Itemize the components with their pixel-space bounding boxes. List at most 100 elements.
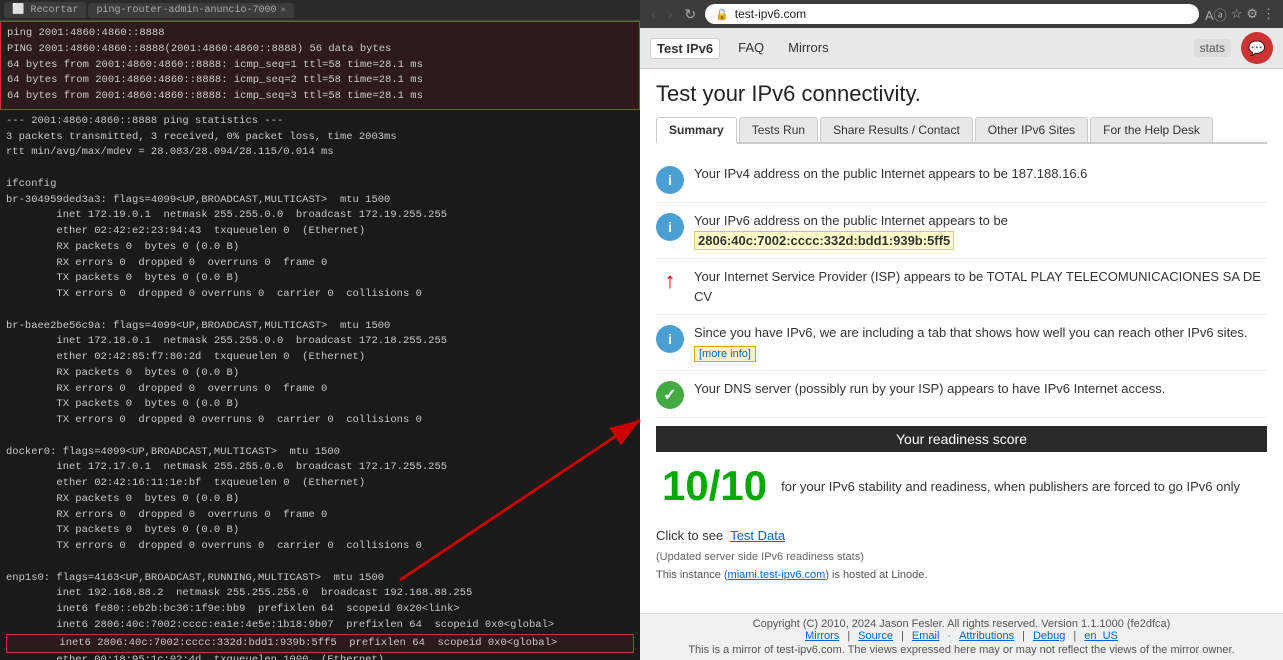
footer-link-mirrors[interactable]: Mirrors bbox=[805, 630, 839, 642]
close-icon[interactable]: ✕ bbox=[281, 5, 286, 15]
terminal-line: ether 00:18:95:1c:02:4d txqueuelen 1000 … bbox=[6, 653, 634, 660]
tab-tests-run[interactable]: Tests Run bbox=[739, 117, 818, 142]
terminal-line: RX packets 0 bytes 0 (0.0 B) bbox=[6, 492, 634, 508]
readiness-body: 10/10 for your IPv6 stability and readin… bbox=[656, 452, 1267, 520]
footer-link-email[interactable]: Email bbox=[912, 630, 940, 642]
ipv4-info-text: Your IPv4 address on the public Internet… bbox=[694, 164, 1267, 184]
dns-info-row: ✓ Your DNS server (possibly run by your … bbox=[656, 371, 1267, 418]
footer-copyright: Copyright (C) 2010, 2024 Jason Fesler. A… bbox=[650, 618, 1273, 630]
terminal-line: TX packets 0 bytes 0 (0.0 B) bbox=[6, 523, 634, 539]
footer-links: Mirrors | Source | Email · Attributions … bbox=[650, 630, 1273, 642]
terminal-tab-recortar[interactable]: ⬜ Recortar bbox=[4, 2, 86, 18]
terminal-line: inet6 2806:40c:7002:cccc:332d:bdd1:939b:… bbox=[6, 634, 634, 654]
info-icon-ipv6: i bbox=[656, 213, 684, 241]
lock-icon: 🔒 bbox=[715, 8, 729, 21]
terminal-line: ifconfig bbox=[6, 177, 634, 193]
updated-text: (Updated server side IPv6 readiness stat… bbox=[656, 547, 1267, 567]
terminal-line: 3 packets transmitted, 3 received, 0% pa… bbox=[6, 130, 634, 146]
terminal-line bbox=[6, 303, 634, 319]
footer-sep: | bbox=[901, 630, 904, 642]
tab-summary[interactable]: Summary bbox=[656, 117, 737, 144]
green-check-icon: ✓ bbox=[656, 381, 684, 409]
info-icon-tab: i bbox=[656, 325, 684, 353]
terminal-line: --- 2001:4860:4860::8888 ping statistics… bbox=[6, 114, 634, 130]
terminal-line: ether 02:42:16:11:1e:bf txqueuelen 0 (Et… bbox=[6, 476, 634, 492]
footer-link-source[interactable]: Source bbox=[858, 630, 893, 642]
terminal-content: --- 2001:4860:4860::8888 ping statistics… bbox=[0, 110, 640, 660]
terminal-line: TX errors 0 dropped 0 overruns 0 carrier… bbox=[6, 413, 634, 429]
site-nav: Test IPv6 FAQ Mirrors stats 💬 bbox=[640, 28, 1283, 69]
extensions-icon[interactable]: ⚙ bbox=[1246, 6, 1258, 22]
stats-button[interactable]: stats bbox=[1194, 39, 1231, 57]
terminal-line: PING 2001:4860:4860::8888(2001:4860:4860… bbox=[7, 42, 633, 58]
back-button[interactable]: ‹ bbox=[648, 6, 659, 22]
terminal-line: 64 bytes from 2001:4860:4860::8888: icmp… bbox=[7, 89, 633, 105]
red-arrow-icon: ↑ bbox=[656, 267, 684, 295]
content-tabs: Summary Tests Run Share Results / Contac… bbox=[656, 117, 1267, 144]
terminal-line: RX errors 0 dropped 0 overruns 0 frame 0 bbox=[6, 256, 634, 272]
footer-sep: · bbox=[947, 630, 951, 642]
terminal-line bbox=[6, 429, 634, 445]
terminal-tab-label-ping: ping-router-admin-anuncio-7000 bbox=[96, 5, 276, 16]
more-info-link[interactable]: [more info] bbox=[694, 346, 756, 362]
tab-info-row: i Since you have IPv6, we are including … bbox=[656, 315, 1267, 371]
ipv6-info-row: i Your IPv6 address on the public Intern… bbox=[656, 203, 1267, 259]
more-icon[interactable]: ⋮ bbox=[1262, 6, 1275, 22]
tab-other-ipv6-sites[interactable]: Other IPv6 Sites bbox=[975, 117, 1088, 142]
info-icon-ipv4: i bbox=[656, 166, 684, 194]
footer-link-attributions[interactable]: Attributions bbox=[959, 630, 1014, 642]
terminal-line: docker0: flags=4099<UP,BROADCAST,MULTICA… bbox=[6, 445, 634, 461]
terminal-line: TX packets 0 bytes 0 (0.0 B) bbox=[6, 397, 634, 413]
footer-mirror-note: This is a mirror of test-ipv6.com. The v… bbox=[650, 644, 1273, 656]
terminal-tab-ping[interactable]: ping-router-admin-anuncio-7000 ✕ bbox=[88, 3, 293, 18]
terminal-tab-bar: ⬜ Recortar ping-router-admin-anuncio-700… bbox=[0, 0, 640, 21]
ipv6-address-highlight: 2806:40c:7002:cccc:332d:bdd1:939b:5ff5 bbox=[694, 231, 954, 250]
site-footer: Copyright (C) 2010, 2024 Jason Fesler. A… bbox=[640, 613, 1283, 660]
readiness-score: 10/10 bbox=[662, 462, 767, 510]
readiness-description: for your IPv6 stability and readiness, w… bbox=[781, 479, 1240, 494]
chat-icon[interactable]: 💬 bbox=[1241, 32, 1273, 64]
ipv6-info-text: Your IPv6 address on the public Internet… bbox=[694, 211, 1267, 250]
bookmark-icon[interactable]: ☆ bbox=[1231, 6, 1243, 22]
terminal-line bbox=[6, 555, 634, 571]
terminal-line: br-baee2be56c9a: flags=4099<UP,BROADCAST… bbox=[6, 319, 634, 335]
instance-link[interactable]: miami.test-ipv6.com bbox=[728, 569, 826, 581]
tab-info-text: Since you have IPv6, we are including a … bbox=[694, 323, 1267, 362]
nav-link-mirrors[interactable]: Mirrors bbox=[782, 38, 834, 59]
hosted-text: This instance (miami.test-ipv6.com) is h… bbox=[656, 567, 1267, 583]
footer-sep: | bbox=[847, 630, 850, 642]
forward-button[interactable]: › bbox=[665, 6, 676, 22]
terminal-line: ether 02:42:85:f7:80:2d txqueuelen 0 (Et… bbox=[6, 350, 634, 366]
nav-link-test-ipv6[interactable]: Test IPv6 bbox=[650, 38, 720, 59]
readiness-header: Your readiness score bbox=[656, 426, 1267, 452]
ipv4-info-row: i Your IPv4 address on the public Intern… bbox=[656, 156, 1267, 203]
translate-icon[interactable]: Aⓐ bbox=[1205, 5, 1227, 24]
footer-sep: | bbox=[1022, 630, 1025, 642]
terminal-line: TX errors 0 dropped 0 overruns 0 carrier… bbox=[6, 539, 634, 555]
footer-link-lang[interactable]: en_US bbox=[1084, 630, 1118, 642]
site-nav-links: Test IPv6 FAQ Mirrors bbox=[650, 38, 835, 59]
terminal-line: 64 bytes from 2001:4860:4860::8888: icmp… bbox=[7, 58, 633, 74]
terminal-line: RX packets 0 bytes 0 (0.0 B) bbox=[6, 366, 634, 382]
tab-share-results[interactable]: Share Results / Contact bbox=[820, 117, 973, 142]
reload-button[interactable]: ↻ bbox=[681, 6, 699, 23]
terminal-line: TX errors 0 dropped 0 overruns 0 carrier… bbox=[6, 287, 634, 303]
footer-link-debug[interactable]: Debug bbox=[1033, 630, 1065, 642]
tab-help-desk[interactable]: For the Help Desk bbox=[1090, 117, 1213, 142]
test-data-row: Click to see Test Data bbox=[656, 520, 1267, 547]
terminal-line: br-304959ded3a3: flags=4099<UP,BROADCAST… bbox=[6, 193, 634, 209]
isp-info-row: ↑ Your Internet Service Provider (ISP) a… bbox=[656, 259, 1267, 315]
page-title: Test your IPv6 connectivity. bbox=[656, 81, 1267, 107]
terminal-tab-label: ⬜ Recortar bbox=[12, 4, 78, 16]
nav-link-faq[interactable]: FAQ bbox=[732, 38, 770, 59]
test-data-link[interactable]: Test Data bbox=[730, 528, 785, 543]
terminal-line: ether 02:42:e2:23:94:43 txqueuelen 0 (Et… bbox=[6, 224, 634, 240]
terminal-line: inet 172.19.0.1 netmask 255.255.0.0 broa… bbox=[6, 208, 634, 224]
address-bar[interactable]: 🔒 test-ipv6.com bbox=[705, 4, 1199, 24]
terminal-panel: ⬜ Recortar ping-router-admin-anuncio-700… bbox=[0, 0, 640, 660]
readiness-section: Your readiness score 10/10 for your IPv6… bbox=[656, 426, 1267, 520]
terminal-line: TX packets 0 bytes 0 (0.0 B) bbox=[6, 271, 634, 287]
browser-panel: ‹ › ↻ 🔒 test-ipv6.com Aⓐ ☆ ⚙ ⋮ Test IPv6… bbox=[640, 0, 1283, 660]
terminal-line: RX errors 0 dropped 0 overruns 0 frame 0 bbox=[6, 508, 634, 524]
terminal-line: RX errors 0 dropped 0 overruns 0 frame 0 bbox=[6, 382, 634, 398]
